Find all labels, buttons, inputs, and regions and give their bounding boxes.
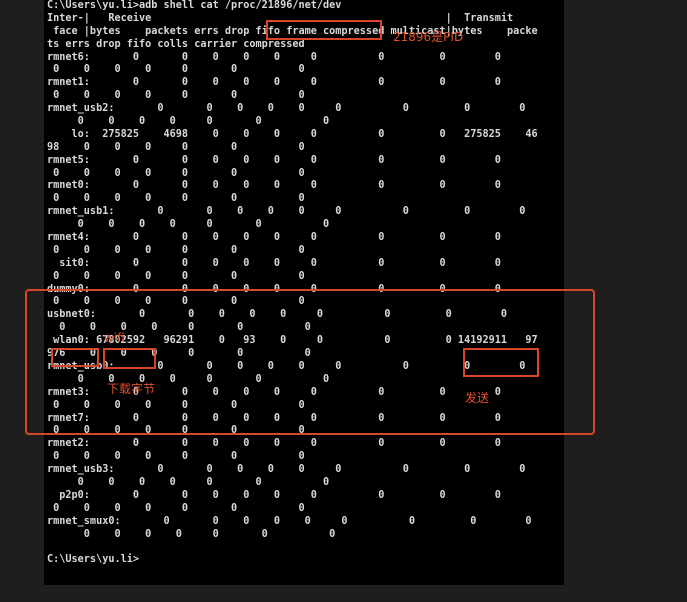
- console-line: rmnet_usb3: 0 0 0 0 0 0 0 0 0: [47, 464, 526, 476]
- download-annotation: 下载字节: [107, 382, 156, 396]
- console-line: 0 0 0 0 0 0 0: [47, 270, 305, 282]
- console-line: rmnet_smux0: 0 0 0 0 0 0 0 0 0: [47, 515, 532, 527]
- console-line: rmnet_usb1: 0 0 0 0 0 0 0 0 0: [47, 206, 526, 218]
- console-line: 0 0 0 0 0 0 0: [47, 193, 305, 205]
- console-line: 0 0 0 0 0 0 0: [47, 167, 305, 179]
- console-line: 0 0 0 0 0 0 0: [47, 476, 330, 488]
- console-line: rmnet0: 0 0 0 0 0 0 0 0 0: [47, 180, 501, 192]
- console-line: 0 0 0 0 0 0 0: [47, 64, 305, 76]
- wlan0-label-box: [51, 348, 99, 367]
- console-line: lo: 275825 4698 0 0 0 0 0 0 275825 46: [47, 128, 538, 140]
- console-line: rmnet5: 0 0 0 0 0 0 0 0 0: [47, 154, 501, 166]
- console-line: 0 0 0 0 0 0 0: [47, 219, 330, 231]
- console-line: 98 0 0 0 0 0 0: [47, 141, 305, 153]
- console-line: 0 0 0 0 0 0 0: [47, 451, 305, 463]
- console-line: rmnet6: 0 0 0 0 0 0 0 0 0: [47, 51, 501, 63]
- console-line: rmnet4: 0 0 0 0 0 0 0 0 0: [47, 232, 501, 244]
- download-bytes-box: [103, 348, 156, 369]
- console-line: rmnet_usb2: 0 0 0 0 0 0 0 0 0: [47, 103, 526, 115]
- send-annotation: 发送: [465, 391, 490, 405]
- console-line: 0 0 0 0 0 0 0: [47, 502, 305, 514]
- pid-highlight-box: [266, 20, 382, 40]
- console-line: C:\Users\yu.li>: [47, 554, 140, 566]
- console-line: rmnet2: 0 0 0 0 0 0 0 0 0: [47, 438, 501, 450]
- console-line: p2p0: 0 0 0 0 0 0 0 0 0: [47, 489, 501, 501]
- send-bytes-box: [463, 348, 539, 377]
- console-line: sit0: 0 0 0 0 0 0 0 0 0: [47, 257, 501, 269]
- console-line: 0 0 0 0 0 0 0: [47, 116, 330, 128]
- console-line: ts errs drop fifo colls carrier compress…: [47, 38, 305, 50]
- console-line: rmnet1: 0 0 0 0 0 0 0 0 0: [47, 77, 501, 89]
- console-line: C:\Users\yu.li>adb shell cat /proc/21896…: [47, 0, 342, 11]
- console-line: 0 0 0 0 0 0 0: [47, 90, 305, 102]
- wifi-annotation: wifi: [104, 331, 125, 345]
- console-line: 0 0 0 0 0 0 0: [47, 528, 336, 540]
- console-line: 0 0 0 0 0 0 0: [47, 244, 305, 256]
- pid-annotation: 21896是PID: [393, 30, 464, 44]
